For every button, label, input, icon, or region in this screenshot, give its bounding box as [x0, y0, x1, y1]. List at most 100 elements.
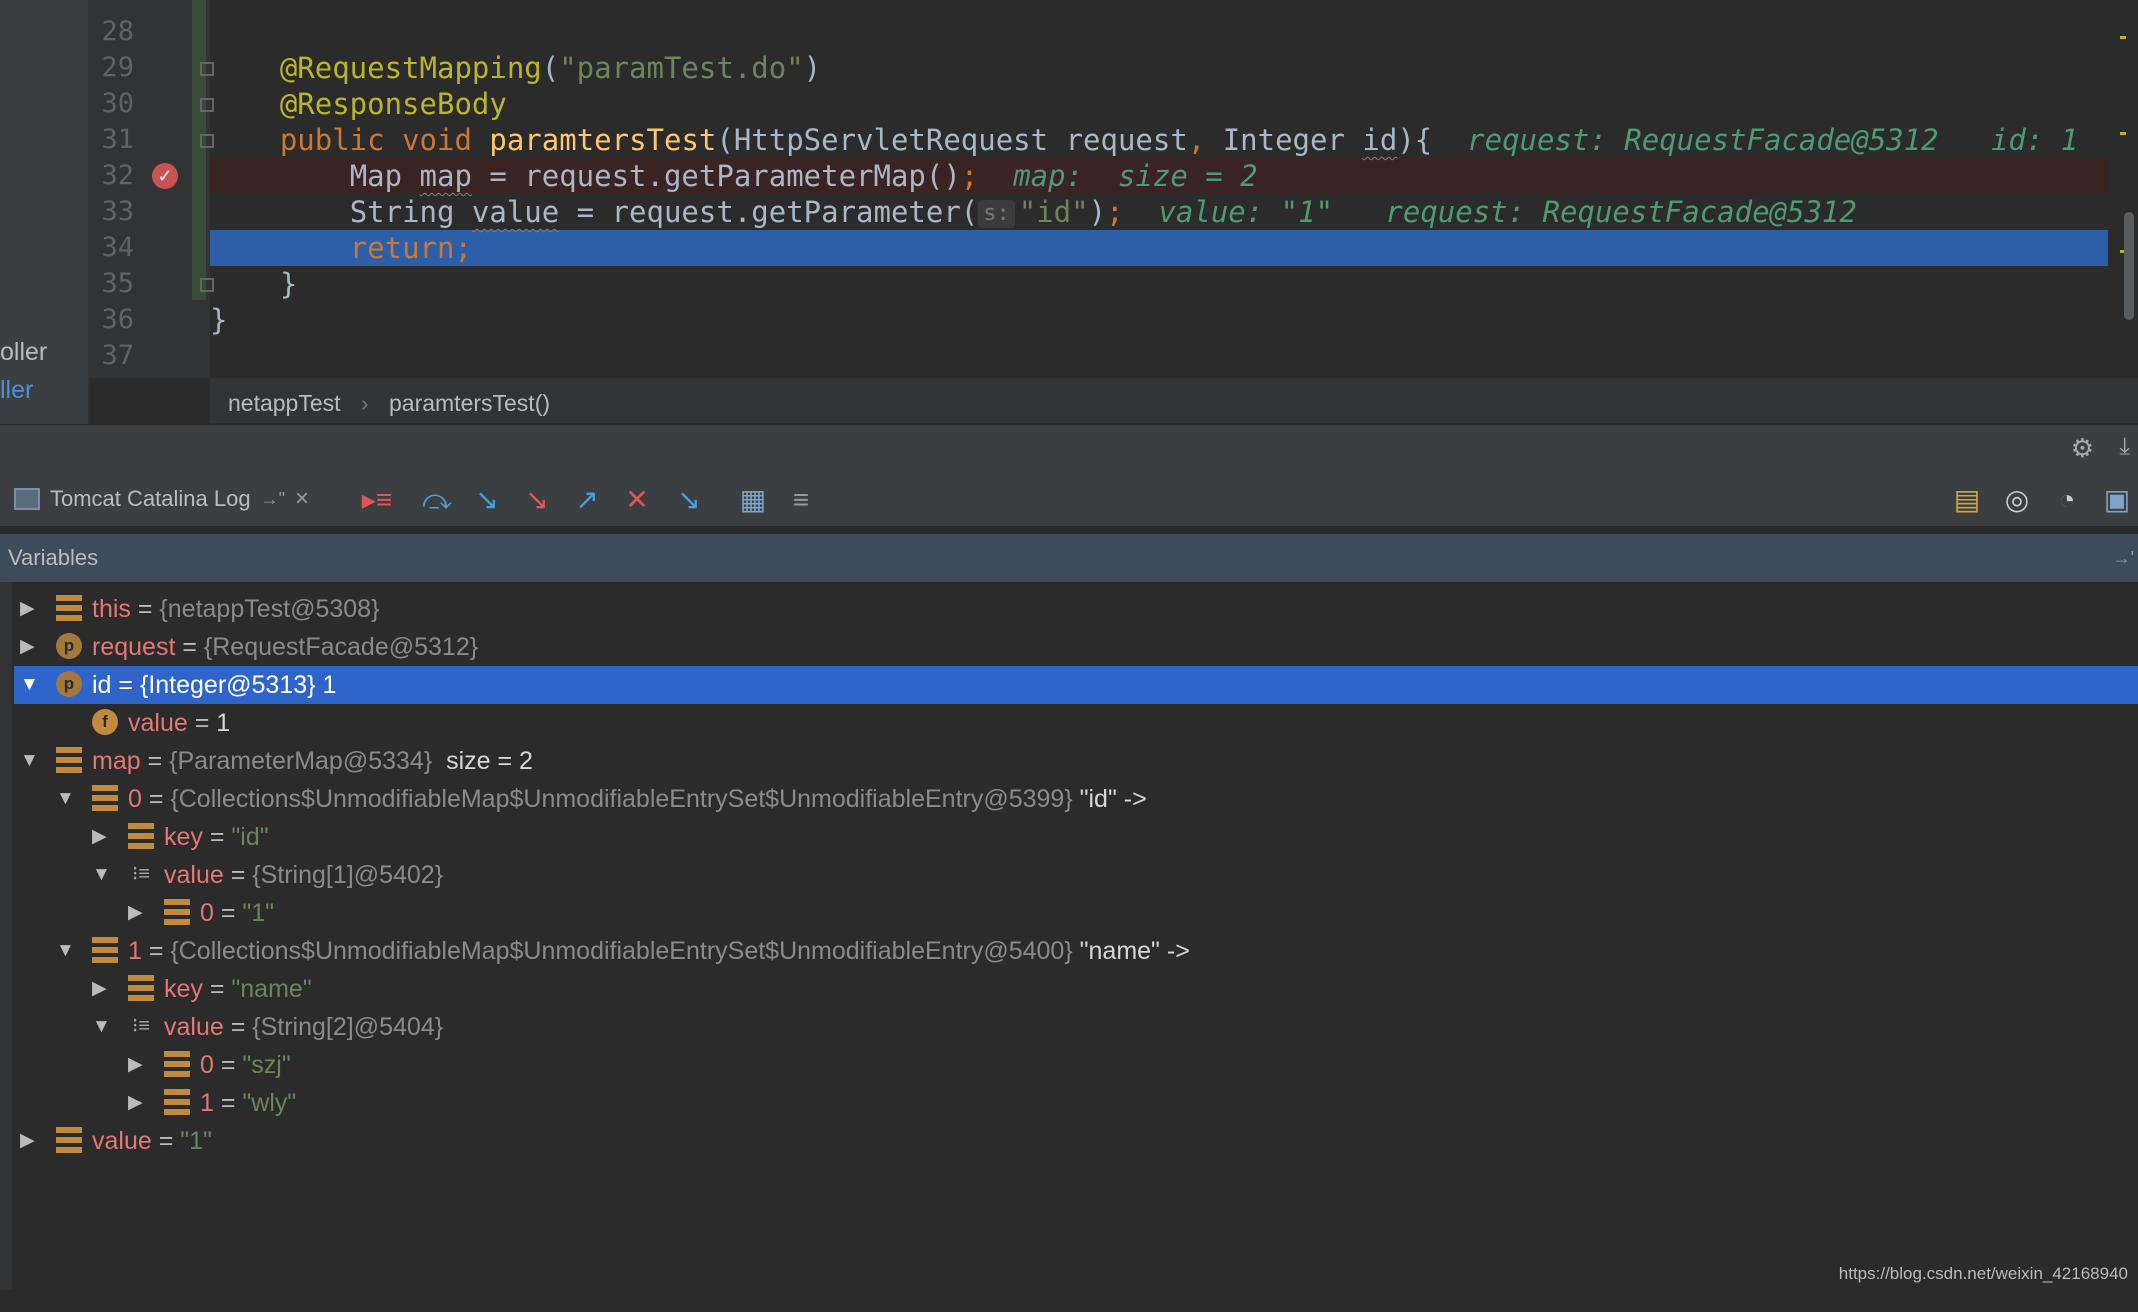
variable-name: map — [92, 747, 141, 775]
step-into-icon[interactable]: ↘ — [470, 483, 504, 517]
breadcrumb-method[interactable]: paramtersTest() — [389, 390, 550, 416]
show-execution-point-icon[interactable]: ▸≡ — [360, 483, 394, 517]
code-editor[interactable]: oller ller 28 29 30 31 32 33 34 35 36 37… — [0, 0, 2138, 424]
variable-row[interactable]: ▶ 0 = "1" — [14, 894, 2138, 932]
variable-row[interactable]: ▼ ⁝≡ value = {String[2]@5404} — [14, 1008, 2138, 1046]
variable-row[interactable]: ▶ this = {netappTest@5308} — [14, 590, 2138, 628]
expand-icon[interactable]: ▶ — [128, 1084, 143, 1122]
expand-icon[interactable]: ▶ — [20, 1122, 35, 1160]
layout-settings-icon[interactable]: ▣ — [2100, 483, 2134, 517]
code-line-32[interactable]: Map map = request.getParameterMap(); map… — [210, 158, 1258, 194]
expand-icon[interactable]: ▶ — [128, 1046, 143, 1084]
collapse-icon[interactable]: ▼ — [92, 856, 111, 894]
breakpoint-icon[interactable]: ✓ — [152, 163, 178, 189]
equals: = — [130, 595, 160, 623]
variable-row[interactable]: ▼ ⁝≡ value = {String[1]@5402} — [14, 856, 2138, 894]
pin-icon[interactable]: →' — [2105, 534, 2134, 582]
annotation: @ResponseBody — [279, 87, 507, 121]
step-out-icon[interactable]: ↗ — [570, 483, 604, 517]
field-icon — [128, 975, 154, 1001]
line-number: 30 — [101, 88, 134, 119]
project-item-label[interactable]: ller — [0, 376, 33, 405]
code-line-36[interactable]: } — [210, 302, 227, 338]
collapse-icon[interactable]: ▼ — [56, 932, 75, 970]
expand-icon[interactable]: ▶ — [20, 628, 35, 666]
collapse-icon[interactable]: ▼ — [20, 742, 39, 780]
tab-tomcat-catalina-log[interactable]: Tomcat Catalina Log →" × — [14, 474, 309, 524]
equals: = — [213, 899, 243, 927]
breadcrumb-class[interactable]: netappTest — [228, 390, 341, 416]
collapse-icon[interactable]: ▼ — [56, 780, 75, 818]
expand-icon[interactable]: ▶ — [92, 970, 107, 1008]
keyword: void — [402, 123, 472, 157]
variable-name: 1 — [128, 937, 142, 965]
line-number: 32 — [101, 160, 134, 191]
variable-value: {String[1]@5402} — [252, 861, 444, 889]
variable-name: key — [164, 975, 203, 1003]
variable-row[interactable]: ▼ 1 = {Collections$UnmodifiableMap$Unmod… — [14, 932, 2138, 970]
expand-icon[interactable]: ▶ — [20, 590, 35, 628]
gear-icon[interactable]: ⚙ — [2071, 433, 2094, 464]
method-name: paramtersTest — [489, 123, 717, 157]
variable-row-selected[interactable]: ▼ p id = {Integer@5313} 1 — [14, 666, 2138, 704]
expand-icon[interactable]: ▶ — [92, 818, 107, 856]
scroll-marker — [2120, 132, 2126, 135]
variables-title: Variables — [8, 545, 99, 570]
paren: ( — [541, 51, 560, 85]
collapse-icon[interactable]: ▼ — [92, 1008, 111, 1046]
variable-value: 1 — [216, 709, 231, 737]
annotation: @RequestMapping — [279, 51, 542, 85]
scrollbar-thumb[interactable] — [2124, 212, 2134, 320]
project-item-label[interactable]: oller — [0, 338, 47, 367]
code-line-29[interactable]: @RequestMapping("paramTest.do") — [210, 50, 821, 86]
drop-frame-icon[interactable]: ✕ — [620, 483, 654, 517]
variable-row[interactable]: ▶ key = "name" — [14, 970, 2138, 1008]
variable-row[interactable]: ▶ 1 = "wly" — [14, 1084, 2138, 1122]
line-number: 31 — [101, 124, 134, 155]
equals: = — [140, 747, 170, 775]
evaluate-expression-icon[interactable]: ▦ — [736, 483, 770, 517]
variable-row[interactable]: ▶ value = "1" — [14, 1122, 2138, 1160]
force-step-into-icon[interactable]: ↘ — [520, 483, 554, 517]
code-line-31[interactable]: public void paramtersTest(HttpServletReq… — [210, 122, 2078, 158]
variable-value: "id" — [231, 823, 269, 851]
parameter-icon: p — [56, 633, 82, 659]
type: Map — [349, 159, 420, 193]
inline-debug-value: value: "1" request: RequestFacade@5312 — [1158, 195, 1857, 229]
run-to-cursor-icon[interactable]: ↘ — [672, 483, 706, 517]
code-line-33[interactable]: String value = request.getParameter(s: "i… — [210, 194, 1857, 230]
variable-row[interactable]: ▶ p request = {RequestFacade@5312} — [14, 628, 2138, 666]
line-number: 28 — [101, 16, 134, 47]
variable-row[interactable]: ▼ 0 = {Collections$UnmodifiableMap$Unmod… — [14, 780, 2138, 818]
params: (HttpServletRequest request — [716, 123, 1188, 157]
variable-row[interactable]: ▼ map = {ParameterMap@5334} size = 2 — [14, 742, 2138, 780]
variable-row[interactable]: ▶ 0 = "szj" — [14, 1046, 2138, 1084]
restore-layout-icon[interactable]: ▤ — [1950, 483, 1984, 517]
code-line-34[interactable]: return; — [210, 230, 472, 266]
close-icon[interactable]: × — [295, 485, 309, 513]
variables-tree[interactable]: ▶ this = {netappTest@5308} ▶ p request =… — [14, 590, 2138, 1290]
collapse-icon[interactable]: ▼ — [20, 666, 39, 704]
code-line-30[interactable]: @ResponseBody — [210, 86, 507, 122]
equals: = — [111, 671, 140, 699]
download-icon[interactable]: ⤓ — [2119, 433, 2130, 461]
code-line-35[interactable]: } — [210, 266, 297, 302]
view-breakpoints-icon[interactable]: ◎ — [2000, 483, 2034, 517]
field-icon — [56, 747, 82, 773]
step-over-icon[interactable]: ⤼ — [420, 483, 454, 517]
variable-row[interactable]: ▶ key = "id" — [14, 818, 2138, 856]
param-name: id — [1362, 123, 1398, 157]
variable-value: {Collections$UnmodifiableMap$Unmodifiabl… — [170, 937, 1073, 965]
mute-breakpoints-icon[interactable]: ◔ — [2050, 483, 2084, 517]
variable-row[interactable]: f value = 1 — [14, 704, 2138, 742]
expand-icon[interactable]: ▶ — [128, 894, 143, 932]
trace-stream-icon[interactable]: ≡ — [784, 483, 818, 517]
execution-line-highlight — [210, 230, 2110, 266]
line-number: 36 — [101, 304, 134, 335]
pin-icon[interactable]: →" — [261, 489, 285, 510]
variable-name: value — [92, 1127, 152, 1155]
type: String — [349, 195, 472, 229]
variable-name: value — [164, 861, 224, 889]
editor-scrollbar[interactable] — [2108, 0, 2138, 378]
field-icon — [56, 595, 82, 621]
